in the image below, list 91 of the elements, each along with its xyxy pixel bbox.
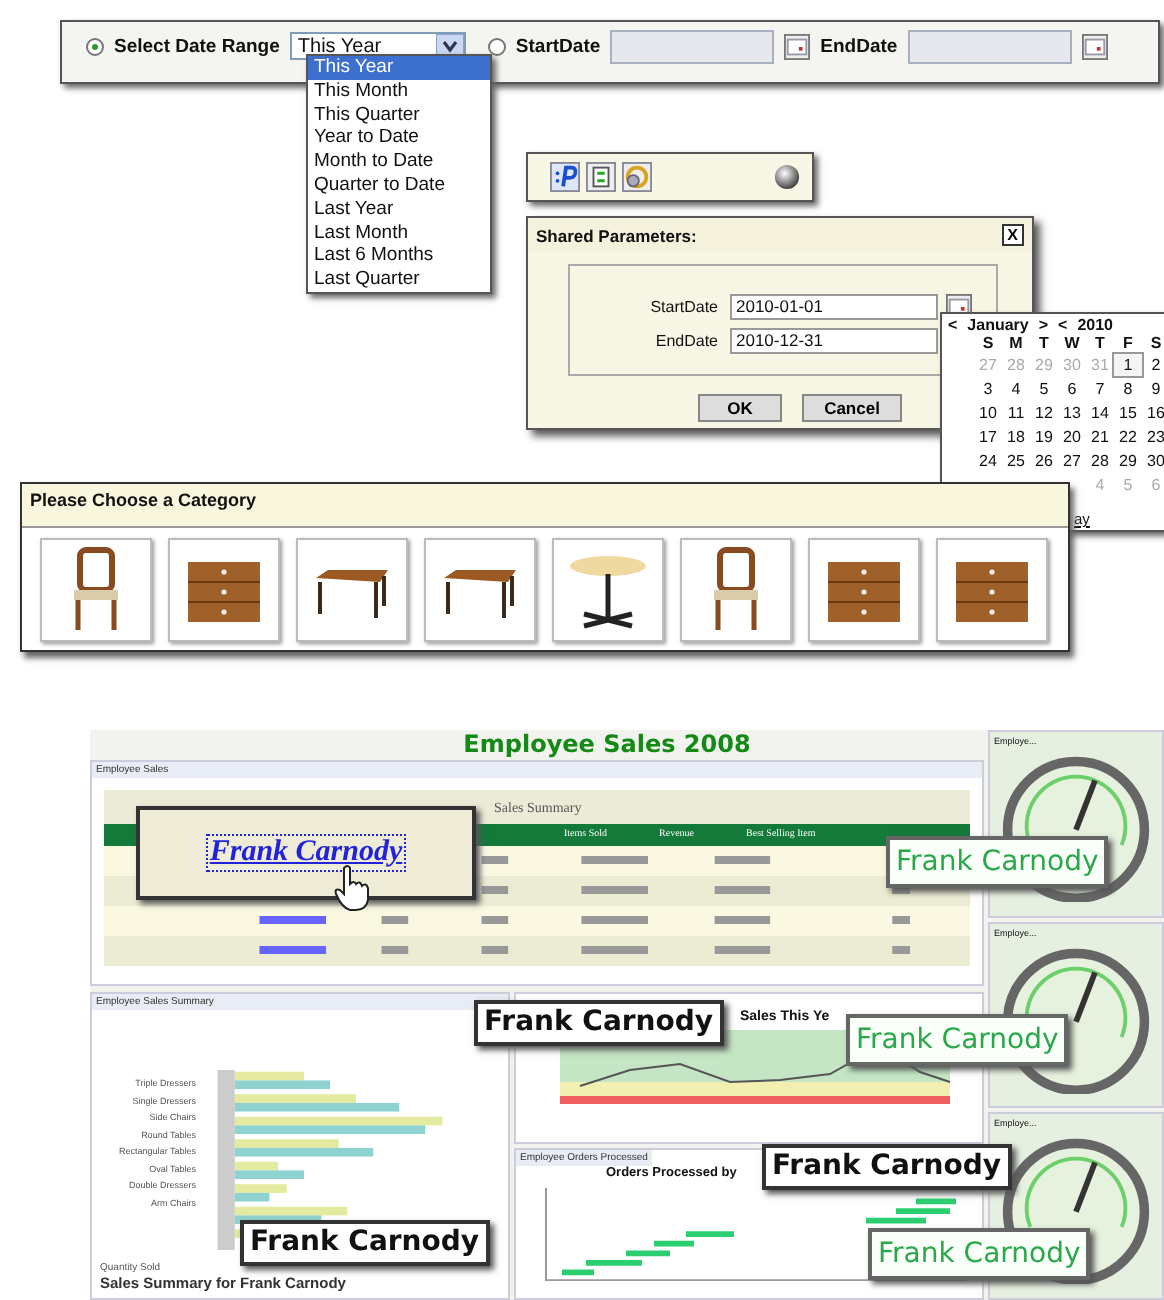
calendar-day[interactable]: 7 <box>1086 378 1114 400</box>
start-date-label: StartDate <box>515 35 601 57</box>
calendar-day[interactable]: 11 <box>1002 402 1030 424</box>
category-tile[interactable] <box>936 538 1048 642</box>
calendar-day[interactable]: 4 <box>1002 378 1030 400</box>
calendar-day[interactable]: 10 <box>974 402 1002 424</box>
calendar-day[interactable]: 22 <box>1114 426 1142 448</box>
calendar-icon[interactable] <box>784 33 811 59</box>
calendar-day[interactable]: 21 <box>1086 426 1114 448</box>
end-date-label: EndDate <box>820 35 898 57</box>
dropdown-option[interactable]: Year to Date <box>308 126 490 151</box>
calendar-day[interactable]: 26 <box>1030 450 1058 472</box>
name-callout: Frank Carnody <box>886 836 1109 888</box>
calendar-day[interactable]: 6 <box>1058 378 1086 400</box>
calendar-day[interactable]: 25 <box>1002 450 1030 472</box>
calendar-day[interactable]: 15 <box>1114 402 1142 424</box>
calendar-day[interactable]: 17 <box>974 426 1002 448</box>
name-callout: Frank Carnody <box>762 1144 1012 1190</box>
range-label: Select Date Range <box>114 35 280 57</box>
start-date-field[interactable] <box>610 29 775 63</box>
calendar-day[interactable]: 29 <box>1114 450 1142 472</box>
category-tile[interactable] <box>680 538 792 642</box>
panel-title: Please Choose a Category <box>30 490 257 510</box>
previous-year-button[interactable]: < <box>1058 316 1068 334</box>
calendar-day[interactable]: 12 <box>1030 402 1058 424</box>
calendar-day[interactable]: 5 <box>1030 378 1058 400</box>
category-tile[interactable] <box>296 538 408 642</box>
sphere-icon[interactable] <box>774 164 800 190</box>
calendar-day[interactable]: 28 <box>1086 450 1114 472</box>
calendar-day[interactable]: 30 <box>1142 450 1164 472</box>
previous-month-button[interactable]: < <box>948 316 958 334</box>
weekday-label: W <box>1062 334 1082 352</box>
category-tile[interactable] <box>168 538 280 642</box>
end-date-field[interactable] <box>907 29 1072 63</box>
name-callout: Frank Carnody <box>240 1220 490 1266</box>
field-label: StartDate <box>648 298 718 316</box>
dropdown-option[interactable]: This Year <box>308 56 490 80</box>
calendar-day[interactable]: 16 <box>1142 402 1164 424</box>
dropdown-option[interactable]: Last Month <box>308 221 490 245</box>
month-label: January <box>967 316 1029 334</box>
weekday-label: T <box>1037 334 1051 352</box>
dialog-button[interactable]: OK <box>698 394 782 422</box>
calendar-day[interactable]: 20 <box>1058 426 1086 448</box>
category-tile[interactable] <box>424 538 536 642</box>
dropdown-option[interactable]: Last Year <box>308 197 490 222</box>
calendar-day[interactable]: 1 <box>1114 354 1142 376</box>
radio-button[interactable] <box>487 37 506 55</box>
dashboard-title: Employee Sales 2008 <box>461 730 753 760</box>
weekday-label: M <box>1007 334 1025 352</box>
weekday-label: T <box>1093 334 1107 352</box>
calendar-day[interactable]: 9 <box>1142 378 1164 400</box>
dialog-button[interactable]: Cancel <box>802 394 902 422</box>
name-callout: Frank Carnody <box>474 1000 724 1046</box>
dropdown-option[interactable]: This Quarter <box>308 103 490 127</box>
dropdown-option[interactable]: Month to Date <box>308 150 490 174</box>
date-field[interactable]: 2010-12-31 <box>730 328 938 354</box>
calendar-day[interactable]: 23 <box>1142 426 1164 448</box>
year-label: 2010 <box>1077 316 1113 334</box>
employee-link[interactable]: Frank Carnody <box>207 836 405 870</box>
hand-cursor-icon <box>332 864 372 912</box>
category-tile[interactable] <box>808 538 920 642</box>
dialog-title: Shared Parameters: <box>536 225 697 245</box>
weekday-label: S <box>980 334 996 352</box>
weekday-label: F <box>1121 334 1135 352</box>
category-tile[interactable] <box>40 538 152 642</box>
calendar-day[interactable]: 3 <box>974 378 1002 400</box>
calendar-day[interactable]: 8 <box>1114 378 1142 400</box>
calendar-day[interactable]: 14 <box>1086 402 1114 424</box>
radio-button[interactable] <box>86 37 104 55</box>
p-icon[interactable] <box>550 162 580 192</box>
name-callout: Frank Carnody <box>846 1014 1069 1066</box>
dropdown-option[interactable]: Quarter to Date <box>308 173 490 198</box>
dropdown-option[interactable]: Last 6 Months <box>308 244 490 269</box>
calendar-day[interactable]: 13 <box>1058 402 1086 424</box>
name-callout: Frank Carnody <box>868 1228 1091 1280</box>
calendar-day[interactable]: 18 <box>1002 426 1030 448</box>
date-field[interactable]: 2010-01-01 <box>730 294 938 320</box>
close-button[interactable]: X <box>1001 224 1024 246</box>
calendar-day[interactable]: 27 <box>1058 450 1086 472</box>
calendar-icon[interactable] <box>1081 33 1108 59</box>
weekday-label: S <box>1148 334 1164 352</box>
swap-icon[interactable] <box>586 162 616 192</box>
calendar-day[interactable]: 2 <box>1142 354 1164 376</box>
dropdown-option[interactable]: This Month <box>308 79 490 104</box>
category-tile[interactable] <box>552 538 664 642</box>
calendar-day[interactable]: 19 <box>1030 426 1058 448</box>
field-label: EndDate <box>653 332 718 350</box>
refresh-icon[interactable] <box>622 162 652 192</box>
dropdown-option[interactable]: Last Quarter <box>308 268 490 292</box>
calendar-day[interactable]: 24 <box>974 450 1002 472</box>
next-month-button[interactable]: > <box>1038 316 1049 334</box>
